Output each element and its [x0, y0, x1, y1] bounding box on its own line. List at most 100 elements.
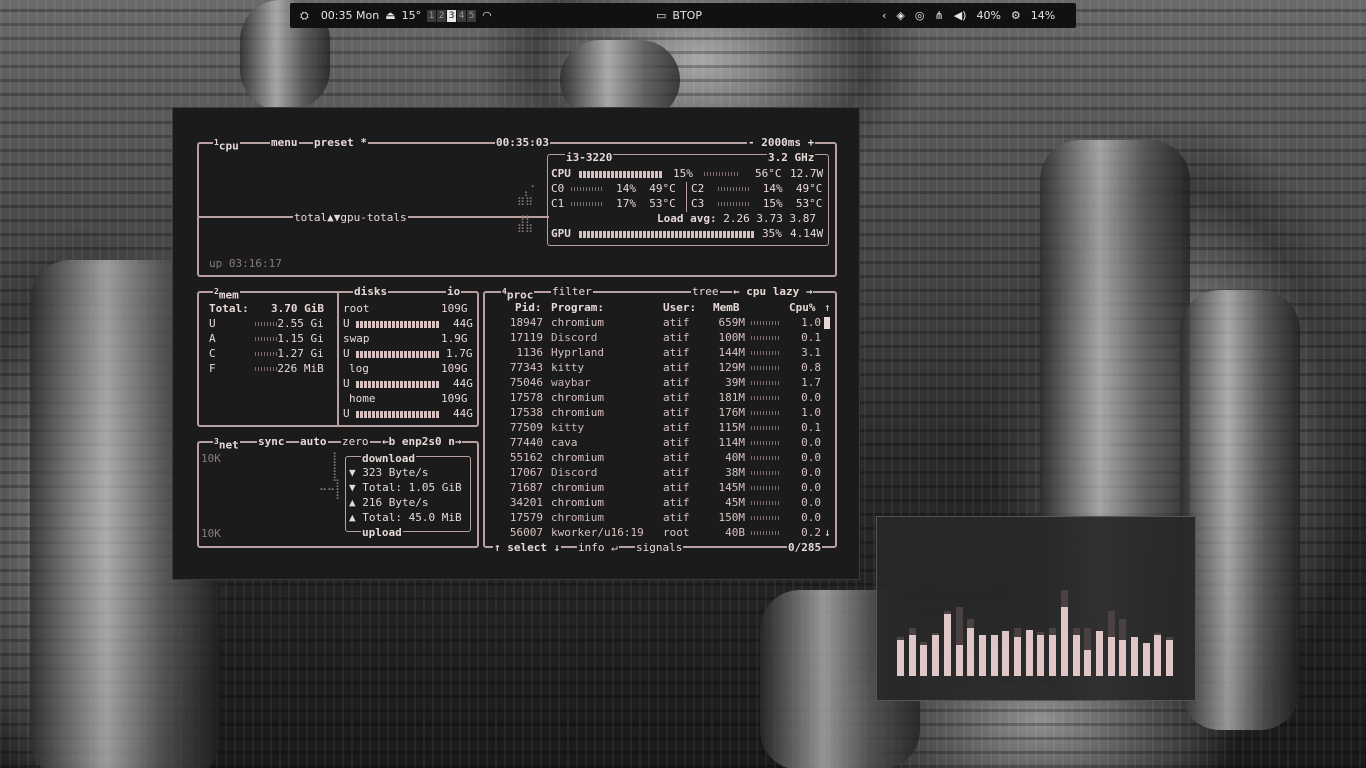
- visualizer-bar: [1084, 628, 1092, 676]
- update-interval[interactable]: - 2000ms +: [747, 136, 816, 149]
- proc-user: atif: [663, 451, 690, 464]
- scroll-up-icon[interactable]: ↑: [824, 301, 831, 314]
- proc-info-button[interactable]: info ↵: [577, 541, 619, 554]
- cpu-power: 12.7W: [790, 167, 824, 180]
- proc-program: chromium: [551, 511, 604, 524]
- table-row[interactable]: 17579 chromium atif 150M 0.0: [491, 510, 831, 525]
- table-row[interactable]: 17067 Discord atif 38M 0.0: [491, 465, 831, 480]
- table-row[interactable]: 34201 chromium atif 45M 0.0: [491, 495, 831, 510]
- table-row[interactable]: 77440 cava atif 114M 0.0: [491, 435, 831, 450]
- preset-button[interactable]: preset *: [313, 136, 368, 149]
- audio-visualizer-window[interactable]: [876, 516, 1196, 701]
- proc-mem: 39M: [725, 376, 745, 389]
- download-total: ▼ Total: 1.05 GiB: [349, 481, 462, 494]
- proc-signals-button[interactable]: signals: [635, 541, 684, 554]
- proc-select-control[interactable]: ↑ select ↓: [493, 541, 562, 554]
- proc-user: atif: [663, 421, 690, 434]
- upload-rate: ▲ 216 Byte/s: [349, 496, 429, 509]
- proc-cpu: 0.0: [801, 391, 821, 404]
- table-row[interactable]: 1136 Hyprland atif 144M 3.1: [491, 345, 831, 360]
- net-box-title[interactable]: 3net: [213, 435, 240, 452]
- io-toggle[interactable]: io: [446, 285, 462, 298]
- net-interface-selector[interactable]: ←b enp2s0 n→: [381, 435, 463, 448]
- cpu-usage[interactable]: 14%: [1031, 9, 1055, 22]
- proc-cpu-graph: [751, 321, 781, 325]
- proc-user: atif: [663, 346, 690, 359]
- table-row[interactable]: 56007 kworker/u16:19 root 40B 0.2: [491, 525, 831, 540]
- table-row[interactable]: 75046 waybar atif 39M 1.7: [491, 375, 831, 390]
- table-row[interactable]: 77343 kitty atif 129M 0.8: [491, 360, 831, 375]
- proc-cpu-graph: [751, 381, 781, 385]
- visualizer-bar: [978, 635, 986, 676]
- net-zero-toggle[interactable]: zero: [341, 435, 370, 448]
- proc-cpu: 0.0: [801, 436, 821, 449]
- cube-icon[interactable]: ◈: [896, 9, 904, 22]
- volume-level[interactable]: 40%: [976, 9, 1000, 22]
- proc-mem: 150M: [718, 511, 746, 524]
- table-row[interactable]: 18947 chromium atif 659M 1.0: [491, 315, 831, 330]
- mem-total-label: Total:: [209, 302, 249, 315]
- launcher-icon[interactable]: ⛭: [300, 9, 309, 23]
- proc-cpu-graph: [751, 336, 781, 340]
- net-sync-toggle[interactable]: sync: [257, 435, 286, 448]
- proc-pid: 17578: [509, 391, 543, 404]
- proc-filter[interactable]: filter: [551, 285, 593, 298]
- menu-button[interactable]: menu: [270, 136, 299, 149]
- col-user[interactable]: User:: [663, 301, 696, 314]
- download-label: download: [361, 452, 416, 465]
- proc-program: waybar: [551, 376, 591, 389]
- cpu-box-title[interactable]: 1cpu: [213, 136, 240, 153]
- volume-icon[interactable]: ◀): [954, 9, 967, 22]
- mem-free: F 226 MiB: [209, 362, 324, 375]
- core-divider: [686, 182, 687, 212]
- proc-cpu-graph: [751, 426, 781, 430]
- mem-disks-divider: [337, 293, 339, 425]
- table-row[interactable]: 77509 kitty atif 115M 0.1: [491, 420, 831, 435]
- btop-window[interactable]: 1cpu menu preset * 00:35:03 - 2000ms + t…: [172, 107, 860, 580]
- proc-program: Discord: [551, 466, 598, 479]
- cpu-graph-mode[interactable]: total▲▼gpu-totals: [293, 211, 408, 224]
- proc-pid: 17067: [509, 466, 543, 479]
- col-pid[interactable]: Pid:: [515, 301, 542, 314]
- proc-mem: 145M: [718, 481, 746, 494]
- table-row[interactable]: 17578 chromium atif 181M 0.0: [491, 390, 831, 405]
- table-row[interactable]: 17119 Discord atif 100M 0.1: [491, 330, 831, 345]
- proc-pid: 18947: [509, 316, 543, 329]
- proc-cpu: 0.0: [801, 466, 821, 479]
- eye-off-icon[interactable]: ◎: [915, 9, 925, 22]
- weather-temp[interactable]: 15°: [402, 9, 422, 22]
- workspace-2[interactable]: 2: [437, 9, 447, 22]
- proc-mem: 144M: [718, 346, 746, 359]
- proc-user: atif: [663, 466, 690, 479]
- network-icon[interactable]: ⋔: [934, 9, 943, 22]
- proc-tree-toggle[interactable]: tree: [691, 285, 720, 298]
- disk-home: home: [349, 392, 376, 405]
- disks-box-title[interactable]: disks: [353, 285, 389, 298]
- headphones-icon[interactable]: ◠: [482, 9, 492, 22]
- proc-pid: 55162: [509, 451, 543, 464]
- workspace-1[interactable]: 1: [427, 9, 437, 22]
- visualizer-bar: [1072, 628, 1080, 676]
- proc-cpu: 0.1: [801, 421, 821, 434]
- col-cpu[interactable]: Cpu%: [789, 301, 816, 314]
- proc-sort-selector[interactable]: ← cpu lazy →: [732, 285, 814, 298]
- upload-label: upload: [361, 526, 403, 539]
- proc-cpu: 0.0: [801, 511, 821, 524]
- disk-log-used-value: 44G: [453, 377, 473, 390]
- uptime: up 03:16:17: [209, 257, 282, 270]
- col-program[interactable]: Program:: [551, 301, 604, 314]
- proc-box-title[interactable]: 4proc: [501, 285, 535, 302]
- workspace-3[interactable]: 3: [447, 9, 457, 22]
- col-mem[interactable]: MemB: [713, 301, 740, 314]
- chevron-left-icon[interactable]: ‹: [882, 9, 886, 22]
- workspace-4[interactable]: 4: [457, 9, 467, 22]
- workspace-5[interactable]: 5: [467, 9, 477, 22]
- net-auto-toggle[interactable]: auto: [299, 435, 328, 448]
- visualizer-bar: [1060, 590, 1068, 676]
- table-row[interactable]: 17538 chromium atif 176M 1.0: [491, 405, 831, 420]
- table-row[interactable]: 71687 chromium atif 145M 0.0: [491, 480, 831, 495]
- mem-box-title[interactable]: 2mem: [213, 285, 240, 302]
- proc-cpu: 0.8: [801, 361, 821, 374]
- clock[interactable]: 00:35 Mon: [321, 9, 379, 22]
- table-row[interactable]: 55162 chromium atif 40M 0.0: [491, 450, 831, 465]
